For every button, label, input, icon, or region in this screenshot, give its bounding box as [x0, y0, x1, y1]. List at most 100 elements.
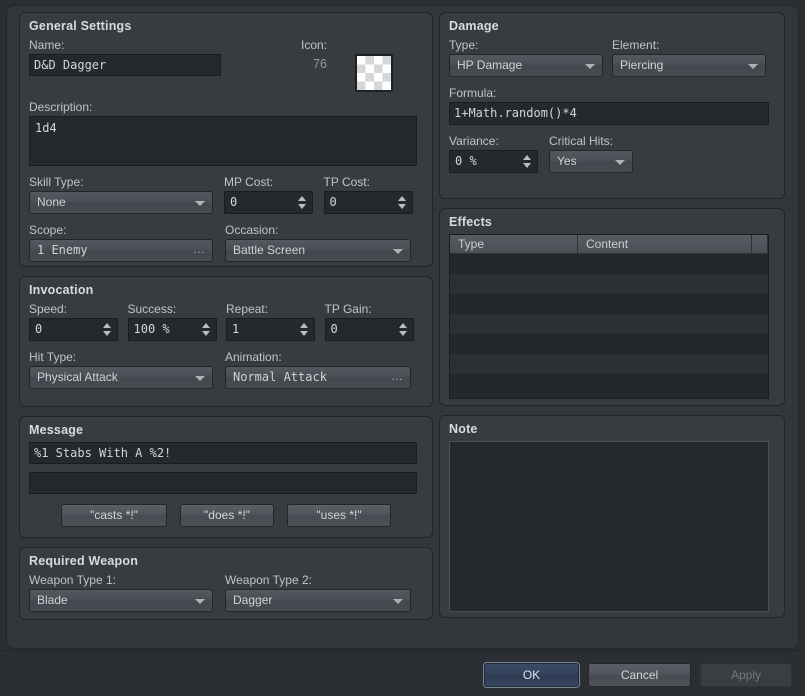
damage-critical-select[interactable]: Yes: [549, 150, 633, 173]
damage-variance-label: Variance:: [449, 134, 499, 148]
damage-formula-input[interactable]: 1+Math.random()*4: [449, 102, 769, 125]
arrow-down-icon[interactable]: [298, 204, 307, 209]
weapon-type-1-select[interactable]: Blade: [29, 589, 213, 612]
cancel-button[interactable]: Cancel: [588, 663, 691, 687]
skill-type-value: None: [37, 195, 66, 209]
skill-editor-dialog: General Settings Name: D&D Dagger Icon: …: [0, 0, 805, 696]
chevron-down-icon: [748, 63, 758, 69]
ok-button[interactable]: OK: [484, 663, 579, 687]
hit-type-select[interactable]: Physical Attack: [29, 366, 213, 389]
damage-critical-label: Critical Hits:: [549, 134, 614, 148]
table-row[interactable]: [450, 294, 768, 314]
effects-table-body[interactable]: [450, 254, 768, 394]
arrow-down-icon[interactable]: [523, 163, 531, 168]
message-preset-does-button[interactable]: "does *!": [180, 504, 274, 527]
arrow-up-icon[interactable]: [298, 196, 307, 201]
required-weapon-title: Required Weapon: [29, 554, 139, 568]
description-textarea[interactable]: 1d4: [29, 116, 417, 166]
right-column: Damage Type: HP Damage Element: Piercing…: [439, 12, 785, 627]
arrow-down-icon[interactable]: [398, 331, 407, 336]
scope-occasion-row: Scope: 1 Enemy … Occasion: Battle Screen: [29, 223, 423, 262]
occasion-label: Occasion:: [225, 223, 279, 237]
chevron-down-icon: [615, 159, 625, 165]
arrow-up-icon[interactable]: [103, 323, 111, 328]
damage-type-element-row: Type: HP Damage Element: Piercing: [449, 38, 775, 77]
arrow-up-icon[interactable]: [523, 155, 531, 160]
description-block: Description: 1d4: [29, 100, 423, 166]
arrow-down-icon[interactable]: [201, 331, 210, 336]
message-preset-buttons: "casts *!" "does *!" "uses *!": [29, 504, 423, 527]
tp-gain-label: TP Gain:: [324, 302, 372, 316]
speed-stepper[interactable]: 0: [29, 318, 118, 341]
effects-column-content[interactable]: Content: [578, 235, 752, 254]
ellipsis-icon[interactable]: …: [193, 240, 206, 259]
left-column: General Settings Name: D&D Dagger Icon: …: [19, 12, 433, 629]
message-line1-input[interactable]: %1 Stabs With A %2!: [29, 442, 417, 464]
damage-type-select[interactable]: HP Damage: [449, 54, 603, 77]
weapon-type-1-label: Weapon Type 1:: [29, 573, 116, 587]
effects-column-type[interactable]: Type: [450, 235, 578, 254]
general-settings-group: General Settings Name: D&D Dagger Icon: …: [19, 12, 433, 267]
damage-formula-label: Formula:: [449, 86, 497, 100]
damage-critical-value: Yes: [557, 154, 577, 168]
general-settings-title: General Settings: [29, 19, 132, 33]
damage-type-value: HP Damage: [457, 58, 523, 72]
dialog-columns: General Settings Name: D&D Dagger Icon: …: [7, 6, 800, 650]
table-row[interactable]: [450, 314, 768, 334]
arrow-up-icon[interactable]: [398, 323, 407, 328]
arrow-up-icon[interactable]: [201, 323, 210, 328]
dialog-footer: OK Cancel Apply: [0, 650, 805, 696]
message-line2-input[interactable]: [29, 472, 417, 494]
ellipsis-icon[interactable]: …: [391, 367, 404, 386]
note-title: Note: [449, 422, 478, 436]
arrow-up-icon[interactable]: [300, 323, 308, 328]
occasion-select[interactable]: Battle Screen: [225, 239, 411, 262]
tp-cost-stepper[interactable]: 0: [323, 191, 413, 214]
arrow-down-icon[interactable]: [397, 204, 406, 209]
occasion-value: Battle Screen: [233, 243, 306, 257]
required-weapon-group: Required Weapon Weapon Type 1: Blade Wea…: [19, 547, 433, 620]
hittype-animation-row: Hit Type: Physical Attack Animation: Nor…: [29, 350, 423, 389]
table-row[interactable]: [450, 354, 768, 374]
scope-picker[interactable]: 1 Enemy …: [29, 239, 213, 262]
animation-picker[interactable]: Normal Attack …: [225, 366, 411, 389]
mp-cost-stepper[interactable]: 0: [224, 191, 314, 214]
success-stepper[interactable]: 100 %: [127, 318, 217, 341]
table-row[interactable]: [450, 274, 768, 294]
invocation-group: Invocation Speed: 0 Success: 100 % Repea…: [19, 276, 433, 407]
message-preset-casts-button[interactable]: "casts *!": [61, 504, 167, 527]
table-row[interactable]: [450, 254, 768, 274]
note-textarea[interactable]: [449, 441, 769, 612]
effects-group: Effects Type Content: [439, 208, 785, 406]
chevron-down-icon: [195, 375, 205, 381]
damage-formula-block: Formula: 1+Math.random()*4: [449, 86, 775, 125]
arrow-down-icon[interactable]: [300, 331, 308, 336]
table-row[interactable]: [450, 334, 768, 354]
message-title: Message: [29, 423, 84, 437]
effects-table[interactable]: Type Content: [449, 234, 769, 399]
effects-column-extra[interactable]: [752, 235, 768, 254]
name-input[interactable]: D&D Dagger: [29, 54, 221, 76]
chevron-down-icon: [393, 598, 403, 604]
damage-element-select[interactable]: Piercing: [612, 54, 766, 77]
damage-variance-stepper[interactable]: 0 %: [449, 150, 538, 173]
skilltype-costs-row: Skill Type: None MP Cost: 0 TP Cost: 0: [29, 175, 423, 214]
scope-value: 1 Enemy: [37, 243, 88, 257]
name-icon-row: Name: D&D Dagger Icon: 76: [29, 38, 423, 92]
damage-title: Damage: [449, 19, 499, 33]
animation-value: Normal Attack: [233, 370, 327, 384]
speed-label: Speed:: [29, 302, 68, 316]
weapon-type-2-select[interactable]: Dagger: [225, 589, 411, 612]
message-preset-uses-button[interactable]: "uses *!": [287, 504, 391, 527]
table-row[interactable]: [450, 374, 768, 394]
tp-gain-stepper[interactable]: 0: [324, 318, 414, 341]
chevron-down-icon: [585, 63, 595, 69]
icon-preview[interactable]: [355, 54, 393, 92]
weapon-type-1-value: Blade: [37, 593, 68, 607]
repeat-stepper[interactable]: 1: [226, 318, 315, 341]
message-group: Message %1 Stabs With A %2! "casts *!" "…: [19, 416, 433, 538]
arrow-up-icon[interactable]: [397, 196, 406, 201]
skill-type-select[interactable]: None: [29, 191, 213, 214]
arrow-down-icon[interactable]: [103, 331, 111, 336]
invocation-title: Invocation: [29, 283, 94, 297]
